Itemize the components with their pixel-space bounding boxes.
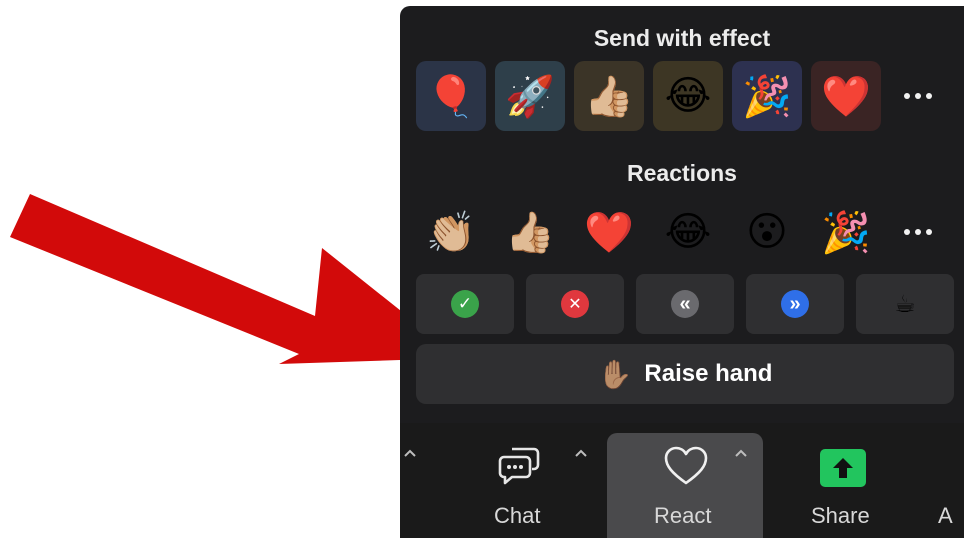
more-reactions-button[interactable] <box>898 212 938 252</box>
chevron-up-icon[interactable] <box>573 445 589 461</box>
checkmark-icon: ✓ <box>451 290 479 318</box>
chevron-up-icon[interactable] <box>733 445 749 461</box>
share-screen-icon[interactable] <box>820 449 866 487</box>
rocket-icon: 🚀 <box>505 74 555 119</box>
effect-party-popper-button[interactable]: 🎉 <box>732 61 802 131</box>
dot-icon <box>926 93 932 99</box>
fast-forward-icon: » <box>781 290 809 318</box>
coffee-break-button[interactable]: ☕ <box>856 274 954 334</box>
reaction-laughing-button[interactable]: 😂 <box>653 200 723 264</box>
thumbs-up-icon: 👍🏼 <box>505 210 555 255</box>
reactions-row: 👏🏼 👍🏼 ❤️ 😂 😮 🎉 <box>416 200 964 264</box>
go-slower-button[interactable]: « <box>636 274 734 334</box>
reaction-surprised-button[interactable]: 😮 <box>732 200 802 264</box>
party-popper-icon: 🎉 <box>821 210 871 255</box>
red-arrow-icon <box>10 194 460 364</box>
raise-hand-label: Raise hand <box>644 360 773 387</box>
surprised-face-icon: 😮 <box>746 210 788 254</box>
truncated-toolbar-label: A <box>938 503 953 528</box>
heart-outline-icon <box>664 446 708 485</box>
effect-rocket-button[interactable]: 🚀 <box>495 61 565 131</box>
send-with-effect-title: Send with effect <box>593 25 771 51</box>
heart-icon: ❤️ <box>584 210 634 255</box>
reaction-clapping-button[interactable]: 👏🏼 <box>416 200 486 264</box>
more-effects-button[interactable] <box>898 76 938 116</box>
coffee-icon: ☕ <box>894 290 916 318</box>
raised-hand-icon: ✋🏽 <box>597 358 633 390</box>
balloon-icon: 🎈 <box>426 74 476 119</box>
effect-laughing-button[interactable]: 😂 <box>653 61 723 131</box>
heart-icon: ❤️ <box>821 74 871 119</box>
x-mark-icon: ✕ <box>561 290 589 318</box>
react-label: React <box>654 503 712 528</box>
no-button[interactable]: ✕ <box>526 274 624 334</box>
clapping-hands-icon: 👏🏼 <box>426 210 476 255</box>
reaction-heart-button[interactable]: ❤️ <box>574 200 644 264</box>
nonverbal-feedback-row: ✓ ✕ « » ☕ <box>416 274 964 334</box>
effects-row: 🎈 🚀 👍🏼 😂 🎉 ❤️ <box>416 61 964 131</box>
dot-icon <box>926 229 932 235</box>
reaction-party-popper-button[interactable]: 🎉 <box>811 200 881 264</box>
party-popper-icon: 🎉 <box>742 74 792 119</box>
share-label: Share <box>811 503 870 528</box>
effect-thumbs-up-button[interactable]: 👍🏼 <box>574 61 644 131</box>
dot-icon <box>904 93 910 99</box>
laughing-face-icon: 😂 <box>664 74 712 118</box>
dot-icon <box>904 229 910 235</box>
effect-heart-button[interactable]: ❤️ <box>811 61 881 131</box>
meeting-toolbar: Chat React Share A <box>400 423 964 538</box>
chat-icon[interactable] <box>496 443 542 489</box>
thumbs-up-icon: 👍🏼 <box>584 74 634 119</box>
chat-label: Chat <box>494 503 541 528</box>
chevron-up-icon[interactable] <box>402 445 418 461</box>
go-faster-button[interactable]: » <box>746 274 844 334</box>
reactions-title: Reactions <box>627 160 737 186</box>
dot-icon <box>915 93 921 99</box>
rewind-icon: « <box>671 290 699 318</box>
laughing-face-icon: 😂 <box>664 210 712 254</box>
raise-hand-button[interactable]: ✋🏽 Raise hand <box>416 344 954 404</box>
yes-button[interactable]: ✓ <box>416 274 514 334</box>
dot-icon <box>915 229 921 235</box>
effect-balloon-button[interactable]: 🎈 <box>416 61 486 131</box>
reaction-thumbs-up-button[interactable]: 👍🏼 <box>495 200 565 264</box>
reactions-panel: Send with effect 🎈 🚀 👍🏼 😂 🎉 ❤️ Reactions… <box>400 6 964 538</box>
